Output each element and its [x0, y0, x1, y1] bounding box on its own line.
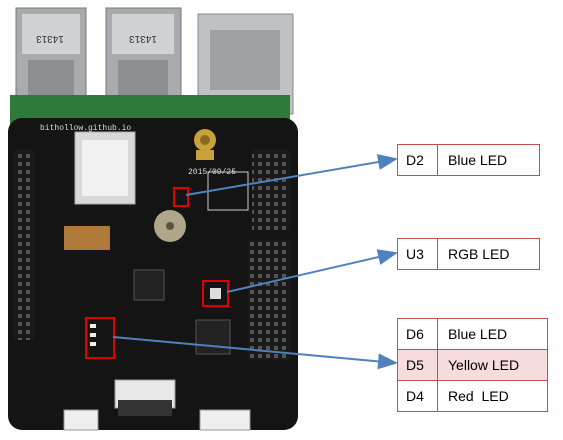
left-pin-header [14, 150, 34, 340]
callout-d2: D2 Blue LED [397, 144, 540, 176]
callout-d6-desc: Blue LED [448, 326, 508, 342]
callout-d5-desc: Yellow LED [448, 357, 520, 373]
usb-label-left: 14313 [36, 33, 64, 44]
callout-led-group: D6 Blue LED D5 Yellow LED D4 Red LED [397, 318, 548, 412]
right-pin-header-top [252, 150, 290, 230]
usb-connector-left: 14313 [15, 7, 87, 109]
callout-d4-ref: D4 [398, 381, 438, 411]
chip-2 [195, 319, 231, 355]
callout-u3: U3 RGB LED [397, 238, 540, 270]
connector-bottom-right [199, 409, 251, 431]
callout-d6-ref: D6 [398, 319, 438, 349]
right-pin-header-bottom [248, 240, 290, 360]
callout-row-d6: D6 Blue LED [397, 318, 548, 349]
usb-label-right: 14313 [129, 33, 157, 44]
connector-bottom-left [63, 409, 99, 431]
callout-d2-ref: D2 [398, 145, 438, 175]
chip-1 [133, 269, 165, 301]
callout-d2-desc: Blue LED [448, 152, 508, 168]
callout-row-d5: D5 Yellow LED [397, 349, 548, 380]
usb-connector-right: 14313 [105, 7, 182, 109]
callout-u3-ref: U3 [398, 239, 438, 269]
callout-u3-desc: RGB LED [448, 246, 510, 262]
callout-d4-desc: Red LED [448, 388, 509, 404]
callout-row-d4: D4 Red LED [397, 380, 548, 412]
dip-switch [64, 226, 110, 250]
callout-d5-ref: D5 [398, 350, 438, 380]
